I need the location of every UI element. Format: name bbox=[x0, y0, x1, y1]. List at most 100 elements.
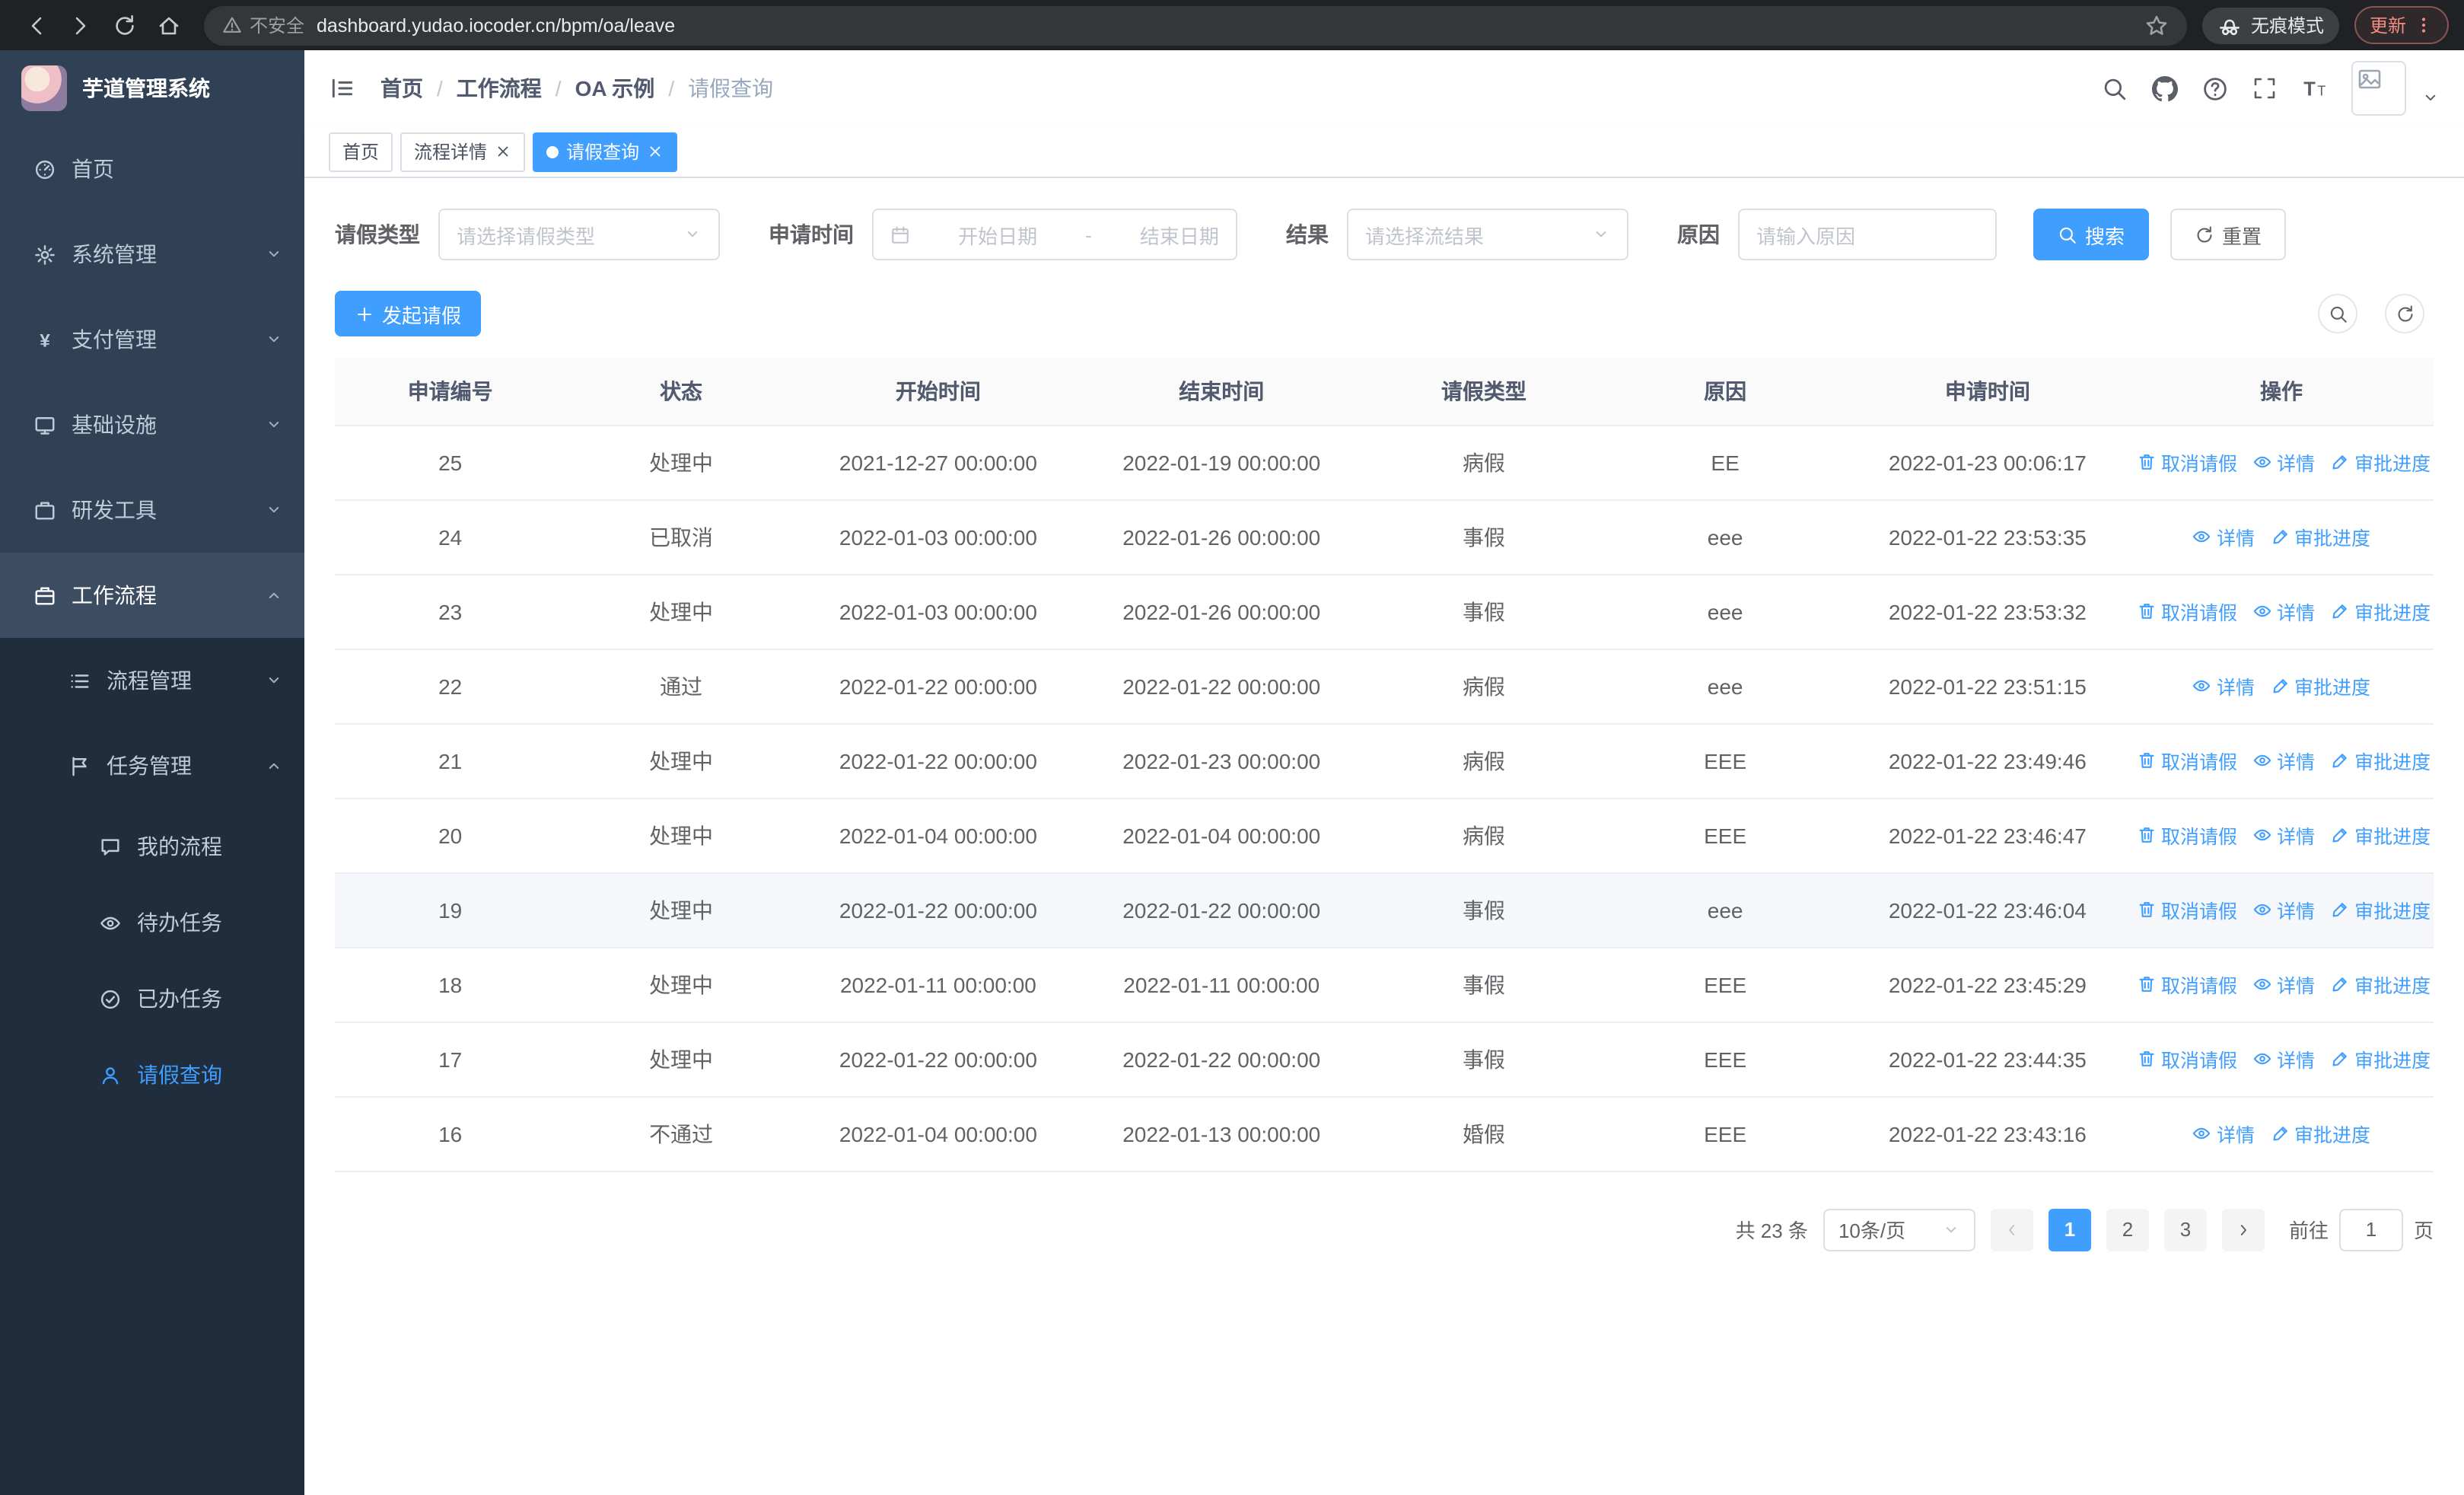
detail-action-link[interactable]: 详情 bbox=[2252, 970, 2315, 999]
browser-update-chip[interactable]: 更新 bbox=[2354, 6, 2449, 44]
table-row: 22 通过 2022-01-22 00:00:00 2022-01-22 00:00:… bbox=[335, 649, 2434, 724]
progress-action-link[interactable]: 审批进度 bbox=[2330, 821, 2431, 850]
sidebar-item-home[interactable]: 首页 bbox=[0, 126, 304, 212]
bookmark-star-icon[interactable] bbox=[2144, 13, 2169, 37]
page-button-1[interactable]: 1 bbox=[2048, 1208, 2091, 1251]
progress-action-link[interactable]: 审批进度 bbox=[2330, 448, 2431, 477]
browser-reload-button[interactable] bbox=[103, 5, 145, 46]
detail-action-link[interactable]: 详情 bbox=[2252, 821, 2315, 850]
fullscreen-icon[interactable] bbox=[2252, 76, 2277, 100]
briefcase-icon bbox=[33, 499, 56, 521]
detail-action-link[interactable]: 详情 bbox=[2252, 597, 2315, 626]
sidebar-item-todo-tasks[interactable]: 待办任务 bbox=[0, 885, 304, 961]
page-size-select[interactable]: 10条/页 bbox=[1823, 1208, 1975, 1251]
progress-action-link[interactable]: 审批进度 bbox=[2330, 746, 2431, 775]
detail-action-link[interactable]: 详情 bbox=[2192, 671, 2255, 700]
app-logo[interactable]: 芋道管理系统 bbox=[0, 50, 304, 126]
sidebar-item-label: 工作流程 bbox=[72, 583, 157, 607]
tab-leave-query[interactable]: 请假查询 bbox=[533, 132, 678, 171]
progress-action-link[interactable]: 审批进度 bbox=[2330, 895, 2431, 924]
browser-back-button[interactable] bbox=[15, 5, 56, 46]
progress-action-link[interactable]: 审批进度 bbox=[2330, 1044, 2431, 1073]
search-button[interactable]: 搜索 bbox=[2033, 209, 2150, 260]
column-header: 原因 bbox=[1604, 358, 1846, 426]
breadcrumb-item[interactable]: OA 示例 bbox=[575, 73, 655, 104]
tab-home[interactable]: 首页 bbox=[329, 132, 393, 171]
sidebar-item-process-mgmt[interactable]: 流程管理 bbox=[0, 638, 304, 723]
cell-end-time: 2022-01-23 00:00:00 bbox=[1080, 723, 1364, 799]
font-size-icon[interactable]: TT bbox=[2301, 75, 2327, 101]
progress-action-link[interactable]: 审批进度 bbox=[2270, 671, 2370, 700]
cell-reason: EE bbox=[1604, 425, 1846, 500]
column-header: 开始时间 bbox=[796, 358, 1081, 426]
result-select[interactable]: 请选择流结果 bbox=[1347, 209, 1628, 260]
detail-action-link[interactable]: 详情 bbox=[2192, 1119, 2255, 1148]
sidebar-item-infrastructure[interactable]: 基础设施 bbox=[0, 382, 304, 467]
cell-actions: 取消请假 详情 审批进度 bbox=[2129, 872, 2434, 948]
breadcrumb-item[interactable]: 工作流程 bbox=[457, 73, 542, 104]
sidebar-item-payment[interactable]: ¥ 支付管理 bbox=[0, 297, 304, 382]
progress-action-link[interactable]: 审批进度 bbox=[2330, 597, 2431, 626]
help-icon[interactable] bbox=[2202, 75, 2228, 101]
toggle-search-button[interactable] bbox=[2318, 294, 2357, 333]
cancel-action-link[interactable]: 取消请假 bbox=[2137, 821, 2237, 850]
progress-action-link[interactable]: 审批进度 bbox=[2330, 970, 2431, 999]
browser-home-button[interactable] bbox=[148, 5, 189, 46]
broken-image-icon bbox=[2357, 67, 2382, 91]
prev-page-button[interactable] bbox=[1990, 1208, 2033, 1251]
tab-process-detail[interactable]: 流程详情 bbox=[400, 132, 526, 171]
column-header: 申请时间 bbox=[1845, 358, 2129, 426]
cancel-action-link[interactable]: 取消请假 bbox=[2137, 895, 2237, 924]
detail-action-link[interactable]: 详情 bbox=[2252, 895, 2315, 924]
address-bar[interactable]: 不安全 dashboard.yudao.iocoder.cn/bpm/oa/le… bbox=[204, 5, 2187, 45]
detail-action-link[interactable]: 详情 bbox=[2252, 746, 2315, 775]
detail-action-link[interactable]: 详情 bbox=[2192, 522, 2255, 551]
detail-action-link[interactable]: 详情 bbox=[2252, 1044, 2315, 1073]
detail-action-link[interactable]: 详情 bbox=[2252, 448, 2315, 477]
cell-application-id: 21 bbox=[335, 723, 566, 799]
github-icon[interactable] bbox=[2152, 75, 2178, 101]
sidebar-item-workflow[interactable]: 工作流程 bbox=[0, 553, 304, 638]
cell-reason: EEE bbox=[1604, 798, 1846, 873]
cancel-action-link[interactable]: 取消请假 bbox=[2137, 1044, 2237, 1073]
cancel-action-link[interactable]: 取消请假 bbox=[2137, 746, 2237, 775]
filter-form: 请假类型 请选择请假类型 申请时间 开始日期 - 结束日期 结果 请选择流结果 … bbox=[335, 209, 2434, 260]
sidebar-item-leave-query[interactable]: 请假查询 bbox=[0, 1037, 304, 1113]
page-button-3[interactable]: 3 bbox=[2163, 1208, 2207, 1251]
refresh-table-button[interactable] bbox=[2385, 294, 2424, 333]
hamburger-icon[interactable] bbox=[329, 75, 356, 102]
page-button-2[interactable]: 2 bbox=[2106, 1208, 2149, 1251]
tab-close-icon[interactable] bbox=[495, 143, 511, 160]
security-indicator[interactable]: 不安全 bbox=[222, 12, 304, 38]
cell-leave-type: 事假 bbox=[1363, 1022, 1605, 1097]
create-leave-button[interactable]: 发起请假 bbox=[335, 291, 482, 336]
progress-action-label: 审批进度 bbox=[2354, 454, 2431, 475]
goto-page-input[interactable] bbox=[2338, 1208, 2403, 1251]
trash-icon bbox=[2137, 452, 2157, 472]
leave-type-select[interactable]: 请选择请假类型 bbox=[438, 209, 720, 260]
browser-forward-button[interactable] bbox=[59, 5, 100, 46]
cancel-action-link[interactable]: 取消请假 bbox=[2137, 970, 2237, 999]
progress-action-link[interactable]: 审批进度 bbox=[2270, 522, 2370, 551]
tab-close-icon[interactable] bbox=[647, 143, 664, 160]
cancel-action-link[interactable]: 取消请假 bbox=[2137, 448, 2237, 477]
next-page-button[interactable] bbox=[2221, 1208, 2265, 1251]
progress-action-link[interactable]: 审批进度 bbox=[2270, 1119, 2370, 1148]
avatar-caret-icon[interactable] bbox=[2421, 88, 2440, 107]
reason-input[interactable]: 请输入原因 bbox=[1738, 209, 1997, 260]
date-range-picker[interactable]: 开始日期 - 结束日期 bbox=[872, 209, 1237, 260]
sidebar-item-my-process[interactable]: 我的流程 bbox=[0, 808, 304, 885]
breadcrumb-item[interactable]: 首页 bbox=[380, 73, 423, 104]
cell-status: 通过 bbox=[565, 649, 797, 724]
tab-status-dot bbox=[546, 145, 559, 158]
header-search-icon[interactable] bbox=[2102, 75, 2128, 101]
user-avatar[interactable] bbox=[2351, 61, 2406, 116]
sidebar-item-devtools[interactable]: 研发工具 bbox=[0, 467, 304, 553]
eye-icon bbox=[2252, 452, 2272, 472]
sidebar-item-system[interactable]: 系统管理 bbox=[0, 212, 304, 297]
reset-button[interactable]: 重置 bbox=[2170, 209, 2287, 260]
cancel-action-link[interactable]: 取消请假 bbox=[2137, 597, 2237, 626]
kebab-menu-icon[interactable] bbox=[2414, 15, 2434, 35]
sidebar-item-done-tasks[interactable]: 已办任务 bbox=[0, 961, 304, 1037]
sidebar-item-task-mgmt[interactable]: 任务管理 bbox=[0, 723, 304, 808]
